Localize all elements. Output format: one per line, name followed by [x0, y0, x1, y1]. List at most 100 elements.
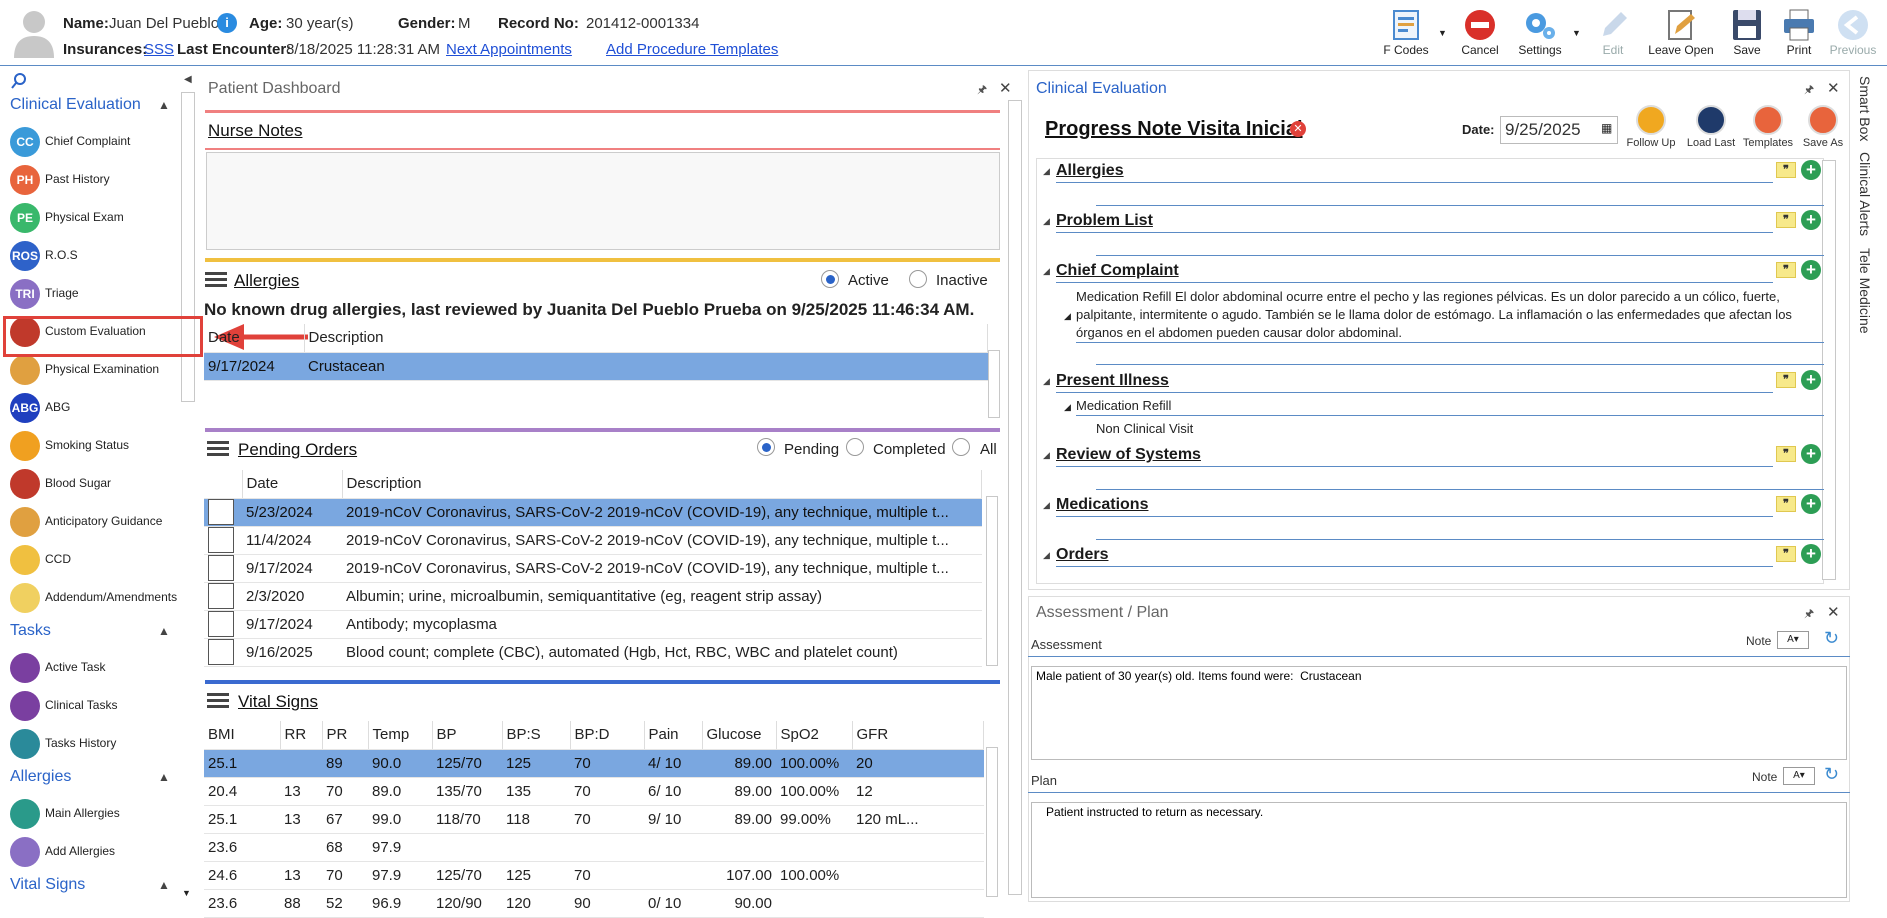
nav-item-past-history[interactable]: PH Past History	[10, 162, 190, 196]
collapse-icon[interactable]: ◢	[1043, 376, 1050, 387]
nav-item-tasks-history[interactable]: Tasks History	[10, 726, 190, 760]
row-checkbox[interactable]	[208, 499, 234, 525]
section-vital-signs[interactable]: Vital Signs ▲	[10, 876, 170, 894]
previous-button[interactable]: Previous	[1824, 6, 1882, 62]
nurse-notes-input[interactable]	[206, 152, 1000, 250]
insurance-link[interactable]: SSS	[144, 41, 174, 58]
table-row[interactable]: 9/17/2024 Crustacean	[204, 352, 988, 381]
section-allergies[interactable]: Allergies ▲	[10, 768, 170, 786]
allergies-inactive-radio[interactable]	[909, 270, 927, 288]
vitals-scrollbar[interactable]	[986, 747, 998, 897]
settings-dropdown-icon[interactable]: ▼	[1572, 28, 1581, 38]
section-present-illness-header[interactable]: Present Illness	[1056, 372, 1169, 390]
search-icon[interactable]	[10, 72, 28, 90]
save-button[interactable]: Save	[1718, 6, 1776, 62]
section-clinical-evaluation[interactable]: Clinical Evaluation ▲	[10, 96, 170, 114]
nav-item-add-allergies[interactable]: Add Allergies	[10, 834, 190, 868]
nav-item-blood-sugar[interactable]: Blood Sugar	[10, 466, 190, 500]
row-checkbox[interactable]	[208, 583, 234, 609]
load-last-button[interactable]: Load Last	[1680, 105, 1742, 149]
print-button[interactable]: Print	[1770, 6, 1828, 62]
collapse-nav-icon[interactable]: ◀	[184, 74, 192, 85]
pending-orders-menu-icon[interactable]	[207, 441, 229, 457]
col-date[interactable]: Date	[204, 324, 305, 353]
nav-item-ccd[interactable]: CCD	[10, 542, 190, 576]
table-row[interactable]: 24.6 13 70 97.9 125/70 125 70 107.00 100.00%	[204, 861, 984, 890]
leave-open-button[interactable]: Leave Open	[1647, 6, 1715, 62]
nav-item-triage[interactable]: TRI Triage	[10, 276, 190, 310]
collapse-icon[interactable]: ◢	[1043, 166, 1050, 177]
quote-icon[interactable]: ❞	[1776, 546, 1796, 562]
col-description[interactable]: Description	[342, 470, 982, 499]
add-orders-button[interactable]: +	[1801, 544, 1821, 564]
col-gfr[interactable]: GFR	[852, 721, 984, 750]
remove-note-icon[interactable]: ✕	[1290, 121, 1306, 137]
edit-button[interactable]: Edit	[1584, 6, 1642, 62]
section-review-of-systems-header[interactable]: Review of Systems	[1056, 446, 1201, 464]
add-procedure-templates-link[interactable]: Add Procedure Templates	[606, 41, 778, 58]
section-chief-complaint-header[interactable]: Chief Complaint	[1056, 262, 1179, 280]
add-chief-complaint-button[interactable]: +	[1801, 260, 1821, 280]
plan-input[interactable]: Patient instructed to return as necessar…	[1031, 802, 1847, 898]
refresh-icon[interactable]: ↻	[1824, 764, 1839, 785]
row-checkbox[interactable]	[208, 611, 234, 637]
nav-item-chief-complaint[interactable]: CC Chief Complaint	[10, 124, 190, 158]
nav-item-smoking-status[interactable]: Smoking Status	[10, 428, 190, 462]
close-icon[interactable]: ✕	[1827, 79, 1840, 97]
section-allergies-header[interactable]: Allergies	[1056, 162, 1124, 180]
table-row[interactable]: 9/16/2025 Blood count; complete (CBC), au…	[204, 638, 982, 667]
quote-icon[interactable]: ❞	[1776, 446, 1796, 462]
settings-button[interactable]: Settings	[1511, 6, 1569, 62]
info-icon[interactable]: i	[217, 13, 237, 33]
col-bp-s[interactable]: BP:S	[502, 721, 571, 750]
all-radio[interactable]	[952, 438, 970, 456]
table-row[interactable]: 5/23/2024 2019-nCoV Coronavirus, SARS-CoV…	[204, 498, 982, 527]
allergies-active-radio[interactable]	[821, 270, 839, 288]
plan-note-dropdown[interactable]: A▾	[1783, 767, 1815, 785]
collapse-icon[interactable]: ◢	[1064, 311, 1071, 322]
refresh-icon[interactable]: ↻	[1824, 628, 1839, 649]
section-tasks[interactable]: Tasks ▲	[10, 622, 170, 640]
collapse-icon[interactable]: ◢	[1043, 216, 1050, 227]
col-pain[interactable]: Pain	[644, 721, 703, 750]
allergies-title[interactable]: Allergies	[234, 271, 299, 291]
vital-signs-title[interactable]: Vital Signs	[238, 692, 318, 712]
save-as-button[interactable]: Save As	[1792, 105, 1854, 149]
add-present-illness-button[interactable]: +	[1801, 370, 1821, 390]
nav-item-addendum-amendments[interactable]: Addendum/Amendments	[10, 580, 190, 614]
collapse-icon[interactable]: ◢	[1043, 500, 1050, 511]
quote-icon[interactable]: ❞	[1776, 162, 1796, 178]
col-glucose[interactable]: Glucose	[702, 721, 777, 750]
col-bp[interactable]: BP	[432, 721, 503, 750]
table-row[interactable]: 2/3/2020 Albumin; urine, microalbumin, se…	[204, 582, 982, 611]
section-orders-header[interactable]: Orders	[1056, 546, 1108, 564]
table-row[interactable]: 9/17/2024 2019-nCoV Coronavirus, SARS-CoV…	[204, 554, 982, 583]
allergies-scrollbar[interactable]	[988, 350, 1000, 418]
table-row[interactable]: 23.6 68 97.9	[204, 833, 984, 862]
clinical-scrollbar[interactable]	[1822, 160, 1836, 580]
table-row[interactable]: 23.6 88 52 96.9 120/90 120 90 0/ 10 90.00	[204, 889, 984, 918]
nav-item-abg[interactable]: ABG ABG	[10, 390, 190, 424]
quote-icon[interactable]: ❞	[1776, 262, 1796, 278]
orders-scrollbar[interactable]	[986, 496, 998, 666]
nav-item-physical-examination[interactable]: Physical Examination	[10, 352, 190, 386]
tele-medicine-tab[interactable]: Tele Medicine	[1857, 248, 1873, 334]
table-row[interactable]: 25.1 13 67 99.0 118/70 118 70 9/ 10 89.00 99.00% 1…	[204, 805, 984, 834]
quote-icon[interactable]: ❞	[1776, 212, 1796, 228]
add-problem-button[interactable]: +	[1801, 210, 1821, 230]
nav-item-r-o-s[interactable]: ROS R.O.S	[10, 238, 190, 272]
fcodes-button[interactable]: F Codes	[1377, 6, 1435, 62]
pending-radio[interactable]	[757, 438, 775, 456]
pin-icon[interactable]: 🖈	[1804, 605, 1814, 624]
nav-item-main-allergies[interactable]: Main Allergies	[10, 796, 190, 830]
nurse-notes-title[interactable]: Nurse Notes	[208, 121, 302, 141]
quote-icon[interactable]: ❞	[1776, 496, 1796, 512]
nav-item-active-task[interactable]: Active Task	[10, 650, 190, 684]
row-checkbox[interactable]	[208, 527, 234, 553]
collapse-icon[interactable]: ◢	[1064, 402, 1071, 413]
collapse-icon[interactable]: ◢	[1043, 266, 1050, 277]
nav-item-anticipatory-guidance[interactable]: Anticipatory Guidance	[10, 504, 190, 538]
row-checkbox[interactable]	[208, 639, 234, 665]
col-date[interactable]: Date	[242, 470, 343, 499]
nav-scroll-down-icon[interactable]: ▼	[182, 888, 191, 898]
